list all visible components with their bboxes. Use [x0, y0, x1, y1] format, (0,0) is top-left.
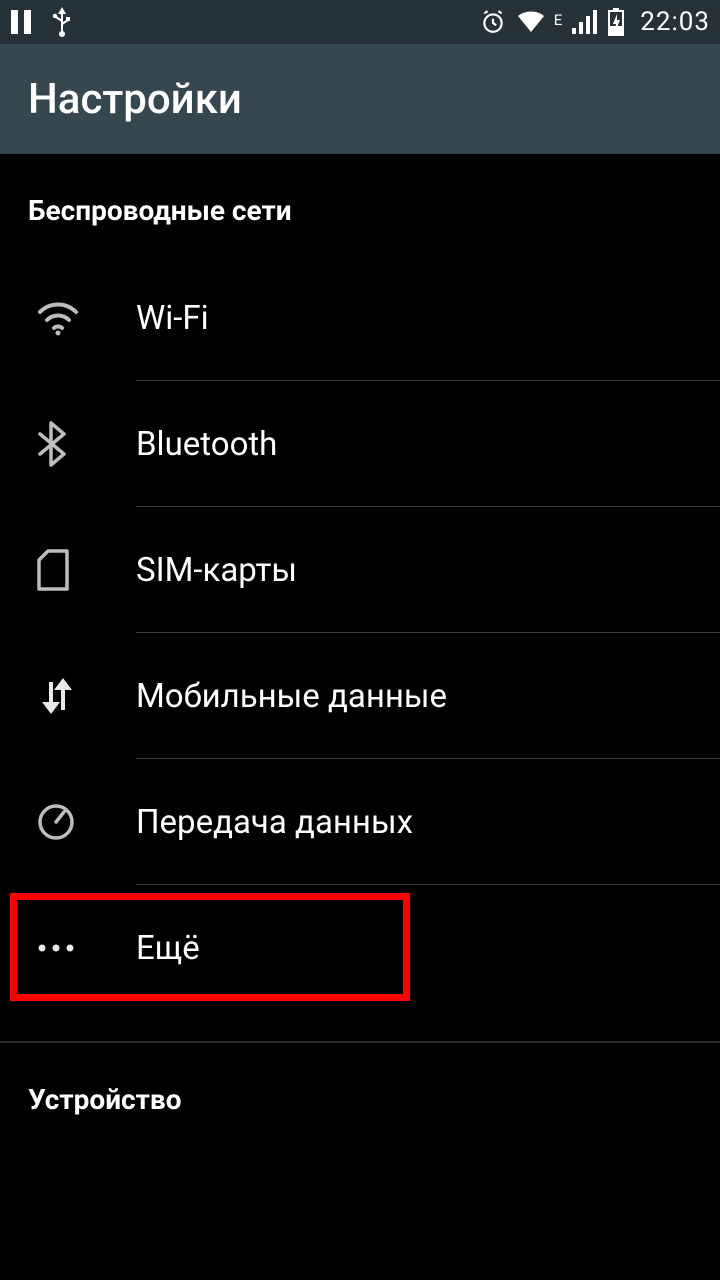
battery-charging-icon — [608, 8, 624, 36]
item-bluetooth[interactable]: Bluetooth — [0, 381, 720, 507]
wifi-status-icon — [516, 10, 546, 34]
status-bar: E 22:03 — [0, 0, 720, 44]
wireless-list: Wi-Fi Bluetooth SIM-карты — [0, 255, 720, 1011]
item-wifi[interactable]: Wi-Fi — [0, 255, 720, 381]
alarm-icon — [480, 9, 506, 35]
item-data-usage[interactable]: Передача данных — [0, 759, 720, 885]
item-sim[interactable]: SIM-карты — [0, 507, 720, 633]
pause-icon — [10, 9, 32, 35]
item-mobile-data-label: Мобильные данные — [136, 677, 447, 716]
usb-icon — [52, 7, 72, 37]
item-wifi-label: Wi-Fi — [136, 299, 209, 338]
settings-content: Беспроводные сети Wi-Fi Bluetooth — [0, 154, 720, 1144]
bluetooth-icon — [36, 421, 136, 467]
item-bluetooth-label: Bluetooth — [136, 425, 277, 464]
item-sim-label: SIM-карты — [136, 551, 297, 590]
sim-icon — [36, 548, 136, 592]
mobile-data-icon — [36, 676, 136, 716]
clock-label: 22:03 — [640, 7, 710, 37]
item-data-usage-label: Передача данных — [136, 803, 413, 842]
app-bar: Настройки — [0, 44, 720, 154]
signal-icon — [572, 10, 598, 34]
more-icon — [36, 943, 136, 953]
item-mobile-data[interactable]: Мобильные данные — [0, 633, 720, 759]
item-more[interactable]: Ещё — [0, 885, 720, 1011]
wifi-icon — [36, 300, 136, 336]
page-title: Настройки — [28, 75, 242, 124]
item-more-label: Ещё — [136, 929, 200, 968]
network-type-label: E — [554, 11, 563, 29]
section-header-device: Устройство — [0, 1043, 720, 1144]
section-header-wireless: Беспроводные сети — [0, 154, 720, 255]
data-usage-icon — [36, 802, 136, 842]
